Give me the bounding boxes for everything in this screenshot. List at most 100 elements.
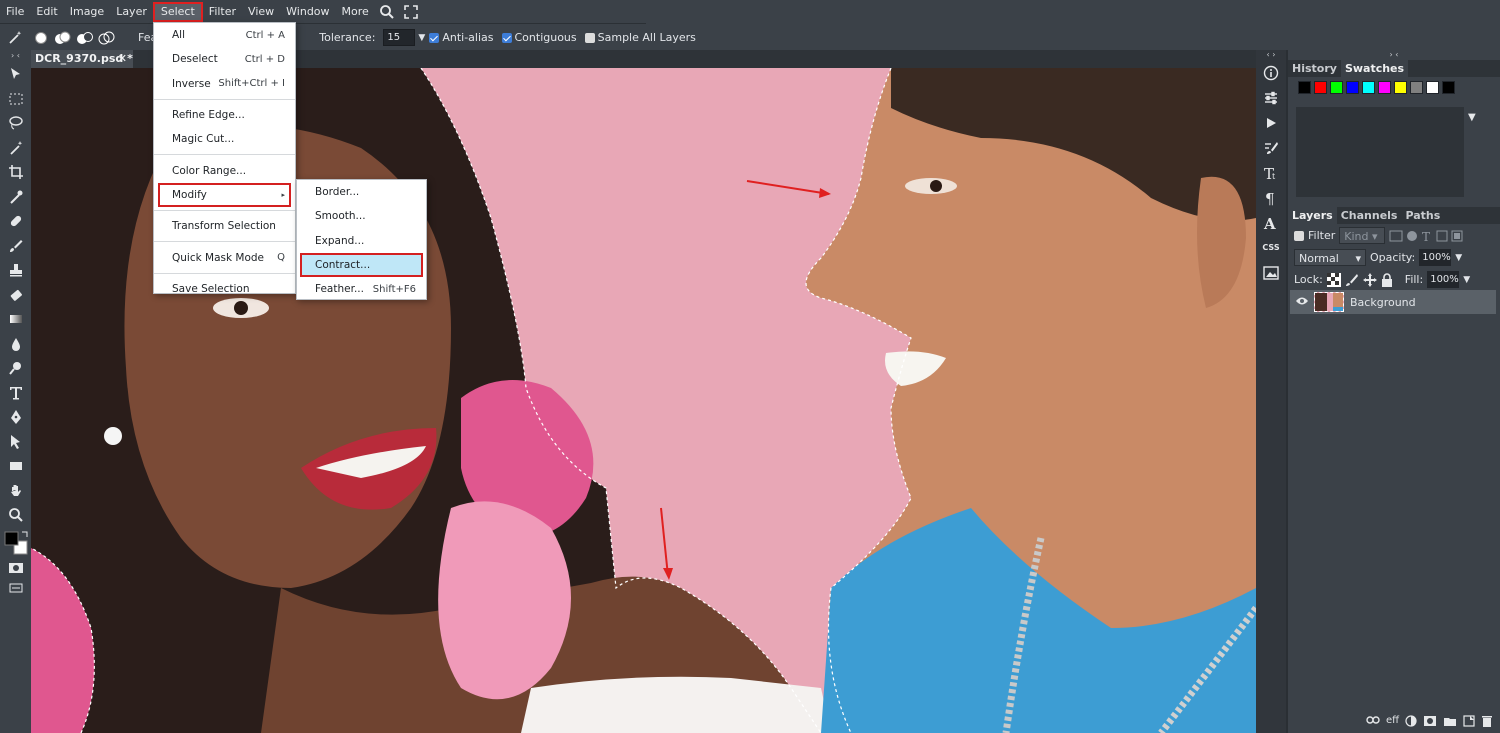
- healing-brush-icon[interactable]: [0, 209, 31, 234]
- opacity-dropdown-icon[interactable]: ▼: [1455, 253, 1462, 263]
- marquee-tool-icon[interactable]: [0, 87, 31, 112]
- menu-select[interactable]: Select: [152, 1, 203, 22]
- menu-file[interactable]: File: [0, 2, 30, 22]
- menu-item-refine-edge[interactable]: Refine Edge...: [154, 103, 295, 127]
- crop-tool-icon[interactable]: [0, 160, 31, 185]
- menu-item-transform-selection[interactable]: Transform Selection: [154, 214, 295, 238]
- menu-item-save-selection[interactable]: Save Selection: [154, 277, 295, 301]
- swatch-color[interactable]: [1346, 81, 1359, 94]
- panel-collapse-icon[interactable]: › ‹: [1288, 50, 1500, 60]
- fill-input[interactable]: 100%: [1427, 271, 1460, 288]
- menu-item-magic-cut[interactable]: Magic Cut...: [154, 127, 295, 151]
- screen-mode-icon[interactable]: [0, 578, 31, 598]
- tab-paths[interactable]: Paths: [1401, 207, 1444, 224]
- type-tool-icon[interactable]: [0, 381, 31, 406]
- gradient-tool-icon[interactable]: [0, 307, 31, 332]
- blur-tool-icon[interactable]: [0, 332, 31, 357]
- menu-view[interactable]: View: [242, 2, 280, 22]
- swatch-color[interactable]: [1298, 81, 1311, 94]
- swatch-color[interactable]: [1410, 81, 1423, 94]
- lock-pixels-icon[interactable]: [1345, 273, 1359, 287]
- menu-filter[interactable]: Filter: [203, 2, 242, 22]
- lock-transparency-icon[interactable]: [1326, 272, 1341, 287]
- layer-effects-icon[interactable]: eff: [1386, 715, 1399, 727]
- layer-mask-icon[interactable]: [1423, 715, 1437, 727]
- stamp-tool-icon[interactable]: [0, 258, 31, 283]
- menu-image[interactable]: Image: [64, 2, 110, 22]
- eyedropper-tool-icon[interactable]: [0, 185, 31, 210]
- adjustment-layer-icon[interactable]: [1405, 715, 1417, 727]
- opacity-input[interactable]: 100%: [1419, 249, 1452, 266]
- filter-checkbox[interactable]: [1294, 230, 1304, 241]
- swatch-color[interactable]: [1362, 81, 1375, 94]
- delete-layer-icon[interactable]: [1481, 715, 1493, 727]
- color-swatches-icon[interactable]: [0, 528, 31, 558]
- shape-tool-icon[interactable]: [0, 454, 31, 479]
- tab-swatches[interactable]: Swatches: [1340, 60, 1409, 77]
- tab-channels[interactable]: Channels: [1337, 207, 1402, 224]
- collapse-toggle-icon[interactable]: › ‹: [0, 50, 31, 62]
- hand-tool-icon[interactable]: [0, 479, 31, 504]
- tab-layers[interactable]: Layers: [1288, 207, 1337, 224]
- sample-all-layers-checkbox[interactable]: Sample All Layers: [584, 31, 696, 44]
- menu-item-expand[interactable]: Expand...: [297, 229, 426, 253]
- swatch-color[interactable]: [1378, 81, 1391, 94]
- menu-item-border[interactable]: Border...: [297, 180, 426, 204]
- filter-type-icons[interactable]: T: [1389, 230, 1463, 242]
- selection-new-icon[interactable]: [30, 28, 52, 48]
- magic-wand-icon[interactable]: [0, 136, 31, 161]
- css-icon[interactable]: CSS: [1256, 235, 1286, 260]
- search-icon[interactable]: [375, 2, 399, 22]
- swatch-color[interactable]: [1394, 81, 1407, 94]
- swatch-color[interactable]: [1426, 81, 1439, 94]
- document-tab[interactable]: DCR_9370.psd * ✕: [31, 50, 133, 68]
- magic-wand-tool-icon[interactable]: [0, 28, 30, 48]
- path-select-tool-icon[interactable]: [0, 430, 31, 455]
- info-icon[interactable]: [1256, 60, 1286, 85]
- contiguous-checkbox[interactable]: Contiguous: [501, 31, 577, 44]
- new-layer-icon[interactable]: [1463, 715, 1475, 727]
- glyphs-icon[interactable]: A: [1256, 210, 1286, 235]
- close-tab-icon[interactable]: ✕: [118, 50, 127, 68]
- menu-item-inverse[interactable]: Inverse Shift+Ctrl + I: [154, 72, 295, 96]
- menu-more[interactable]: More: [336, 2, 375, 22]
- dodge-tool-icon[interactable]: [0, 356, 31, 381]
- strip-collapse-icon[interactable]: ‹ ›: [1256, 50, 1286, 60]
- tolerance-dropdown-icon[interactable]: ▼: [418, 33, 425, 43]
- menu-item-modify[interactable]: Modify ▸: [158, 182, 291, 208]
- tab-history[interactable]: History: [1288, 60, 1341, 77]
- layer-row-background[interactable]: Background: [1290, 290, 1496, 314]
- swatch-color[interactable]: [1442, 81, 1455, 94]
- quick-mask-icon[interactable]: [0, 558, 31, 578]
- fill-dropdown-icon[interactable]: ▼: [1463, 275, 1470, 285]
- swatch-color[interactable]: [1314, 81, 1327, 94]
- visibility-eye-icon[interactable]: [1290, 296, 1314, 309]
- image-panel-icon[interactable]: [1256, 260, 1286, 285]
- menu-item-deselect[interactable]: Deselect Ctrl + D: [154, 47, 295, 71]
- link-layers-icon[interactable]: [1366, 715, 1380, 725]
- brush-tool-icon[interactable]: [0, 234, 31, 259]
- play-actions-icon[interactable]: [1256, 110, 1286, 135]
- swatch-color[interactable]: [1330, 81, 1343, 94]
- selection-intersect-icon[interactable]: [96, 28, 118, 48]
- fullscreen-icon[interactable]: [399, 2, 423, 22]
- pen-tool-icon[interactable]: [0, 405, 31, 430]
- menu-item-feather[interactable]: Feather... Shift+F6: [297, 277, 426, 301]
- menu-window[interactable]: Window: [280, 2, 335, 22]
- menu-item-all[interactable]: All Ctrl + A: [154, 23, 295, 47]
- move-tool-icon[interactable]: [0, 62, 31, 87]
- menu-edit[interactable]: Edit: [30, 2, 63, 22]
- menu-item-contract[interactable]: Contract...: [300, 252, 423, 278]
- new-group-icon[interactable]: [1443, 715, 1457, 727]
- selection-subtract-icon[interactable]: [74, 28, 96, 48]
- eraser-tool-icon[interactable]: [0, 283, 31, 308]
- menu-item-smooth[interactable]: Smooth...: [297, 204, 426, 228]
- tolerance-input[interactable]: 15: [383, 29, 416, 46]
- blend-mode-select[interactable]: Normal ▾: [1294, 249, 1366, 266]
- lock-all-icon[interactable]: [1381, 272, 1393, 287]
- lock-position-icon[interactable]: [1362, 272, 1377, 287]
- menu-item-quick-mask-mode[interactable]: Quick Mask Mode Q: [154, 245, 295, 269]
- adjustments-icon[interactable]: [1256, 85, 1286, 110]
- brush-settings-icon[interactable]: [1256, 135, 1286, 160]
- lasso-tool-icon[interactable]: [0, 111, 31, 136]
